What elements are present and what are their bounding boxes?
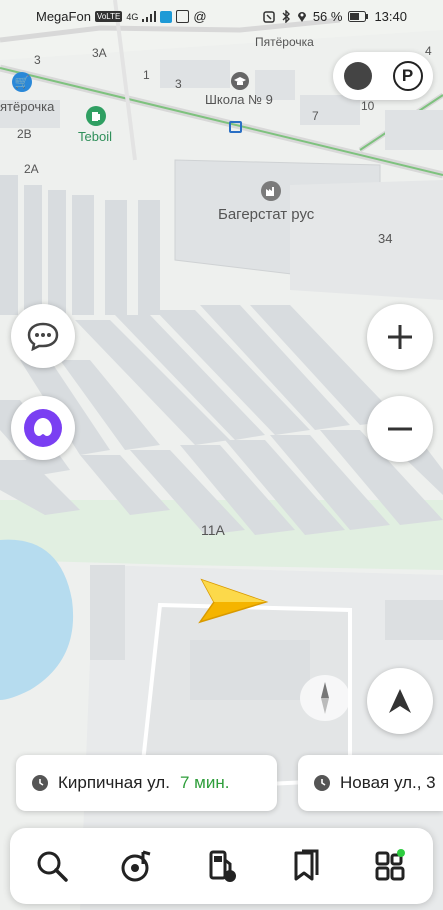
route-card-street: Кирпичная ул. bbox=[58, 773, 170, 792]
search-button[interactable] bbox=[22, 836, 82, 896]
map-layers-group: P bbox=[333, 52, 433, 100]
map-label-4: 4 bbox=[425, 44, 432, 58]
map-label-1: 1 bbox=[143, 68, 150, 82]
bookmark-icon bbox=[294, 849, 319, 881]
map-label-bagerstat: Багерстат рус bbox=[218, 206, 315, 223]
location-icon bbox=[297, 12, 306, 22]
at-sign-icon: @ bbox=[193, 9, 207, 24]
bookmarks-button[interactable] bbox=[276, 836, 336, 896]
chat-bubble-icon bbox=[27, 322, 59, 351]
compass-icon bbox=[321, 682, 329, 714]
route-card-time: 7 мин. bbox=[179, 773, 230, 792]
map-label-34: 34 bbox=[378, 231, 393, 246]
clock-icon bbox=[314, 775, 330, 791]
map-label-2a: 2А bbox=[24, 162, 39, 176]
navigation-arrow-icon bbox=[198, 578, 269, 624]
clock-icon bbox=[32, 775, 48, 791]
bluetooth-icon bbox=[282, 10, 290, 23]
bottom-navigation-bar bbox=[10, 828, 433, 904]
network-type: 4G bbox=[126, 11, 139, 22]
battery-icon bbox=[348, 11, 369, 22]
map-label-3: 3 bbox=[34, 53, 41, 67]
map-label-3a: 3А bbox=[92, 46, 107, 60]
my-location-button[interactable] bbox=[367, 668, 433, 734]
map-label-pyaterochka-left: ятёрочка bbox=[0, 99, 55, 114]
grid-icon bbox=[375, 849, 405, 881]
nfc-icon bbox=[263, 10, 275, 23]
fuel-station-icon[interactable] bbox=[86, 106, 106, 126]
bus-stop-icon[interactable] bbox=[229, 121, 242, 133]
fuel-pump-icon bbox=[209, 850, 237, 882]
battery-percent: 56 % bbox=[312, 9, 343, 24]
chat-button[interactable] bbox=[11, 304, 75, 368]
zoom-in-button[interactable] bbox=[367, 304, 433, 370]
location-arrow-icon bbox=[389, 689, 411, 713]
alice-icon bbox=[24, 409, 62, 447]
zoom-out-button[interactable] bbox=[367, 396, 433, 462]
signal-icon bbox=[142, 11, 157, 22]
music-button[interactable] bbox=[107, 836, 167, 896]
map-label-school: Школа № 9 bbox=[205, 92, 273, 107]
route-card[interactable]: Кирпичная ул. 7 мин. bbox=[16, 755, 277, 811]
services-menu-button[interactable] bbox=[361, 836, 421, 896]
search-icon bbox=[37, 851, 69, 882]
map-label-3-mid: 3 bbox=[175, 77, 182, 91]
refuel-button[interactable] bbox=[191, 836, 251, 896]
map-label-pyaterochka-top: Пятёрочка bbox=[255, 35, 314, 49]
volte-badge: VoLTE bbox=[94, 11, 123, 22]
map-label-10: 10 bbox=[361, 99, 375, 113]
music-note-icon bbox=[121, 850, 151, 882]
minus-icon bbox=[388, 427, 412, 431]
factory-icon[interactable] bbox=[261, 181, 281, 201]
alice-assistant-button[interactable] bbox=[11, 396, 75, 460]
app-notification-icon bbox=[160, 10, 173, 23]
map-label-7: 7 bbox=[312, 109, 319, 123]
parking-layer-button[interactable]: P bbox=[392, 61, 423, 91]
notification-square-icon bbox=[176, 10, 190, 23]
map-label-teboil: Teboil bbox=[78, 129, 112, 144]
shopping-cart-icon[interactable]: 🛒 bbox=[12, 72, 32, 92]
route-card[interactable]: Новая ул., 3 bbox=[298, 755, 443, 811]
carrier-name: MegaFon bbox=[36, 9, 91, 24]
compass-button[interactable] bbox=[300, 675, 350, 721]
status-bar: MegaFon VoLTE 4G @ 56 % 13:40 bbox=[0, 0, 443, 34]
route-card-street: Новая ул., 3 bbox=[340, 773, 436, 792]
clock: 13:40 bbox=[374, 9, 407, 24]
school-icon[interactable] bbox=[231, 72, 249, 90]
plus-icon bbox=[388, 325, 412, 349]
map-label-11a: 11А bbox=[201, 522, 225, 538]
map-label-2v: 2В bbox=[17, 127, 32, 141]
traffic-layer-button[interactable] bbox=[343, 62, 372, 90]
